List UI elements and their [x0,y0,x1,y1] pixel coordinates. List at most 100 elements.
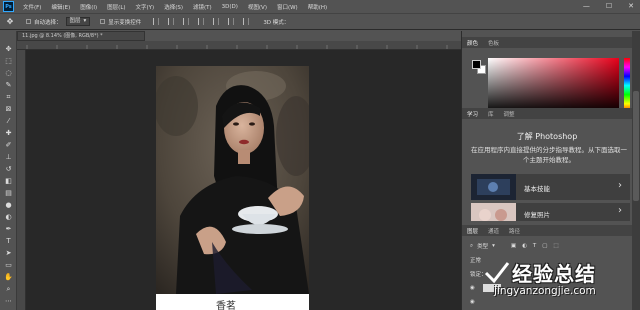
menu-file[interactable]: 文件(F) [23,3,41,11]
lasso-tool-icon[interactable]: ◌ [3,68,14,78]
menu-3d[interactable]: 3D(D) [222,4,238,10]
chevron-down-icon: ▾ [83,18,87,24]
watermark-en: jingyanzongjie.com [494,285,596,297]
move-tool-icon[interactable]: ✥ [3,44,14,54]
auto-select-dropdown[interactable]: 图层 ▾ [65,17,91,26]
tab-libraries[interactable]: 库 [483,110,499,118]
basic-skills-thumbnail [471,174,516,200]
document-tab-label: 11.jpg @ 8.14% (图像, RGB/8*) * [22,33,103,39]
align-center-icon[interactable] [168,18,175,25]
align-middle-icon[interactable] [213,18,220,25]
ruler-ticks [26,45,448,49]
learn-card-label: 基本技能 [524,185,550,193]
signature-text: 香茗 [216,301,236,310]
align-buttons [153,18,250,25]
close-button[interactable]: ✕ [628,2,634,10]
auto-select-checkbox[interactable] [26,19,31,24]
chevron-right-icon: › [618,180,622,191]
menu-bar: Ps 文件(F) 编辑(E) 图像(I) 图层(L) 文字(Y) 选择(S) 滤… [0,0,640,13]
hue-slider[interactable] [624,58,630,113]
ruler-horizontal[interactable] [17,41,461,50]
chevron-right-icon: › [618,205,622,216]
foreground-color-swatch[interactable] [472,60,481,69]
tab-learn[interactable]: 学习 [462,110,483,118]
3d-mode-label: 3D 模式： [263,19,290,26]
photoshop-logo: Ps [3,1,14,12]
document-tab[interactable]: 11.jpg @ 8.14% (图像, RGB/8*) * [17,31,145,41]
ruler-vertical[interactable] [17,50,26,310]
portrait-photo [156,66,309,294]
minimize-button[interactable]: — [583,2,590,10]
maximize-button[interactable]: ☐ [606,2,612,10]
layer-filter-type[interactable]: 类型 [477,242,488,250]
quick-select-tool-icon[interactable]: ✎ [3,80,14,90]
search-icon: ⌕ [470,242,474,249]
panel-scrollbar[interactable] [633,91,639,201]
auto-select-label: 自动选择： [34,19,62,26]
document-canvas[interactable]: 香茗 [156,66,309,310]
learn-card-fix-photos[interactable]: 修复照片 › [471,203,630,221]
path-select-tool-icon[interactable]: ➤ [3,248,14,258]
frame-tool-icon[interactable]: ⊠ [3,104,14,114]
layer-filter-icons[interactable]: ▣◐T▢⬚ [511,243,565,249]
pen-tool-icon[interactable]: ✒ [3,224,14,234]
tab-channels[interactable]: 通道 [483,227,504,235]
learn-panel-tabs: 学习 库 调整 [462,108,632,119]
menu-edit[interactable]: 编辑(E) [51,3,70,11]
crop-tool-icon[interactable]: ⌗ [3,92,14,102]
fix-photos-thumbnail [471,203,516,221]
learn-card-basic-skills[interactable]: 基本技能 › [471,174,630,200]
layers-filter-row: ⌕ 类型 ▾ ▣◐T▢⬚ [462,241,632,251]
distribute-icon[interactable] [243,18,250,25]
learn-description: 在应用程序内直接提供的分步指导教程。从下面选取一个主题开始教程。 [471,146,627,164]
chevron-down-icon: ▾ [492,243,495,249]
dodge-tool-icon[interactable]: ◐ [3,212,14,222]
show-transform-checkbox[interactable] [100,19,106,24]
tab-adjustments[interactable]: 调整 [499,110,520,118]
watermark-logo [484,262,510,284]
brush-tool-icon[interactable]: ✐ [3,140,14,150]
gradient-tool-icon[interactable]: ▤ [3,188,14,198]
align-bottom-icon[interactable] [228,18,235,25]
align-left-icon[interactable] [153,18,160,25]
shape-tool-icon[interactable]: ▭ [3,260,14,270]
color-picker-field[interactable] [488,58,619,113]
tab-layers[interactable]: 图层 [462,227,483,235]
eyedropper-tool-icon[interactable]: ⁄ [3,116,14,126]
eye-icon[interactable]: ◉ [470,299,475,305]
menu-window[interactable]: 窗口(W) [277,3,298,11]
tab-paths[interactable]: 路径 [504,227,525,235]
clone-stamp-tool-icon[interactable]: ⊥ [3,152,14,162]
healing-brush-tool-icon[interactable]: ✚ [3,128,14,138]
move-tool-icon[interactable]: ✥ [4,16,16,27]
layers-panel-tabs: 图层 通道 路径 [462,225,632,236]
tools-panel: ✥ ⬚ ◌ ✎ ⌗ ⊠ ⁄ ✚ ✐ ⊥ ↺ ◧ ▤ ● ◐ ✒ T ➤ ▭ ✋ … [0,31,17,310]
history-brush-tool-icon[interactable]: ↺ [3,164,14,174]
blend-mode-select[interactable]: 正常 [470,256,481,264]
align-right-icon[interactable] [183,18,190,25]
eye-icon[interactable]: ◉ [470,285,475,291]
type-tool-icon[interactable]: T [3,236,14,246]
align-top-icon[interactable] [198,18,205,25]
options-bar: ✥ 自动选择： 图层 ▾ 显示变换控件 3D 模式： [0,13,640,30]
menu-layer[interactable]: 图层(L) [107,3,125,11]
menu-image[interactable]: 图像(I) [80,3,97,11]
watermark-cn: 经验总结 [512,262,596,286]
eraser-tool-icon[interactable]: ◧ [3,176,14,186]
menu-type[interactable]: 文字(Y) [136,3,155,11]
tab-swatches[interactable]: 色板 [483,39,504,47]
menu-help[interactable]: 帮助(H) [308,3,327,11]
marquee-tool-icon[interactable]: ⬚ [3,56,14,66]
more-tools-icon[interactable]: ⋯ [3,296,14,306]
hand-tool-icon[interactable]: ✋ [3,272,14,282]
auto-select-value: 图层 [69,18,81,24]
color-panel-tabs: 颜色 色板 [462,37,632,48]
menu-filter[interactable]: 滤镜(T) [193,3,212,11]
menu-select[interactable]: 选择(S) [164,3,183,11]
watermark: 经验总结 jingyanzongjie.com [482,258,640,308]
menu-view[interactable]: 视图(V) [248,3,267,11]
learn-title: 了解 Photoshop [516,132,578,141]
zoom-tool-icon[interactable]: ⌕ [3,284,14,294]
blur-tool-icon[interactable]: ● [3,200,14,210]
tab-color[interactable]: 颜色 [462,39,483,47]
